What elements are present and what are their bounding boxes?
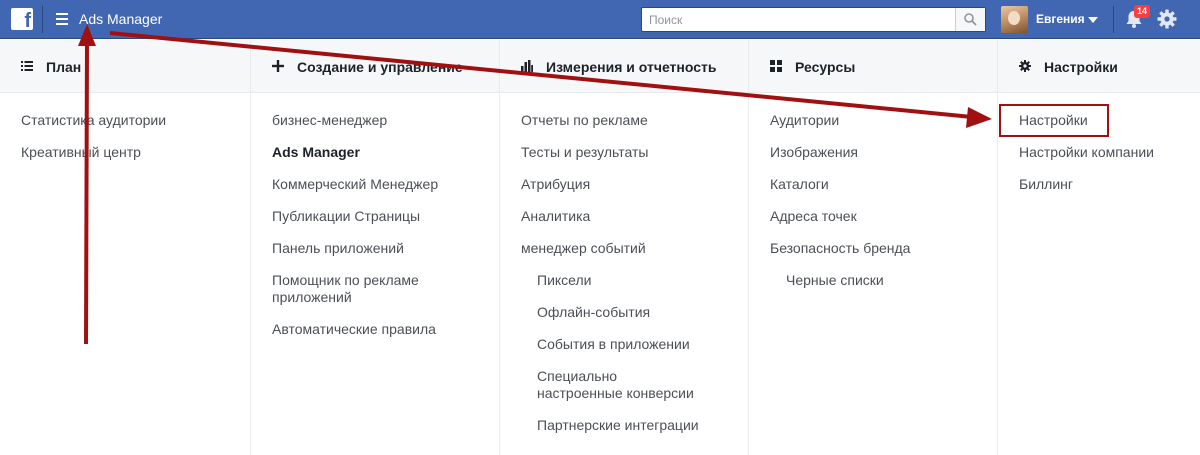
facebook-logo-icon[interactable]: f — [11, 8, 33, 32]
menu-item-business-settings[interactable]: Настройки компании — [998, 144, 1200, 161]
gear-icon — [1019, 60, 1031, 72]
user-name[interactable]: Евгения — [1036, 12, 1085, 26]
menu-item-catalogs[interactable]: Каталоги — [749, 176, 979, 193]
divider — [1113, 6, 1114, 33]
plus-icon — [272, 60, 284, 72]
menu-item-events-manager[interactable]: менеджер событий — [500, 240, 730, 257]
menu-item-commerce-manager[interactable]: Коммерческий Менеджер — [251, 176, 481, 193]
menu-item-automated-rules[interactable]: Автоматические правила — [251, 321, 481, 338]
menu-item-brand-safety[interactable]: Безопасность бренда — [749, 240, 979, 257]
menu-item-analytics[interactable]: Аналитика — [500, 208, 730, 225]
bar-chart-icon — [521, 60, 533, 72]
menu-item-business-manager[interactable]: бизнес-менеджер — [251, 112, 481, 129]
column-header: Создание и управление — [251, 40, 499, 93]
menu-item-offline-events[interactable]: Офлайн-события — [500, 304, 730, 321]
menu-column-plan: План Статистика аудитории Креативный цен… — [0, 40, 251, 455]
menu-item-app-events[interactable]: События в приложении — [500, 336, 730, 353]
menu-item-billing[interactable]: Биллинг — [998, 176, 1200, 193]
menu-item-store-locations[interactable]: Адреса точек — [749, 208, 979, 225]
chevron-down-icon[interactable] — [1088, 17, 1098, 23]
column-title: Измерения и отчетность — [546, 59, 717, 75]
menu-item-page-posts[interactable]: Публикации Страницы — [251, 208, 481, 225]
menu-item-custom-conversions[interactable]: Специально настроенные конверсии — [500, 368, 705, 402]
menu-item-partner-integrations[interactable]: Партнерские интеграции — [500, 417, 730, 434]
column-header: Измерения и отчетность — [500, 40, 748, 93]
menu-column-measure-report: Измерения и отчетность Отчеты по рекламе… — [500, 40, 749, 455]
menu-item-creative-hub[interactable]: Креативный центр — [0, 144, 230, 161]
app-title[interactable]: Ads Manager — [79, 11, 162, 27]
menu-item-ads-manager[interactable]: Ads Manager — [251, 144, 481, 161]
column-title: Ресурсы — [795, 59, 856, 75]
column-header: План — [0, 40, 250, 93]
column-title: Настройки — [1044, 59, 1118, 75]
search-button[interactable] — [955, 8, 985, 31]
search-input[interactable] — [642, 8, 955, 31]
search-box — [641, 7, 986, 32]
menu-column-create-manage: Создание и управление бизнес-менеджер Ad… — [251, 40, 500, 455]
menu-item-app-ads-helper[interactable]: Помощник по рекламе приложений — [251, 272, 451, 306]
menu-item-ads-reporting[interactable]: Отчеты по рекламе — [500, 112, 730, 129]
hamburger-menu-icon[interactable] — [56, 13, 68, 25]
menu-item-images[interactable]: Изображения — [749, 144, 979, 161]
menu-item-attribution[interactable]: Атрибуция — [500, 176, 730, 193]
top-navigation-bar: f Ads Manager Евгения 14 — [0, 0, 1200, 39]
menu-item-app-dashboard[interactable]: Панель приложений — [251, 240, 481, 257]
menu-column-settings: Настройки Настройки Настройки компании Б… — [998, 40, 1200, 455]
column-title: Создание и управление — [297, 59, 463, 75]
menu-column-assets: Ресурсы Аудитории Изображения Каталоги А… — [749, 40, 998, 455]
grid-icon — [770, 60, 782, 72]
avatar[interactable] — [1001, 6, 1028, 33]
list-icon — [21, 61, 33, 71]
column-header: Настройки — [998, 40, 1200, 93]
settings-gear-icon[interactable] — [1157, 9, 1177, 29]
menu-item-test-and-learn[interactable]: Тесты и результаты — [500, 144, 730, 161]
menu-item-audience-insights[interactable]: Статистика аудитории — [0, 112, 230, 129]
divider — [42, 6, 43, 33]
search-icon — [964, 13, 977, 26]
menu-item-settings[interactable]: Настройки — [998, 112, 1200, 129]
column-title: План — [46, 59, 82, 75]
notification-badge[interactable]: 14 — [1134, 5, 1151, 18]
column-header: Ресурсы — [749, 40, 997, 93]
menu-item-pixels[interactable]: Пиксели — [500, 272, 730, 289]
menu-item-block-lists[interactable]: Черные списки — [749, 272, 979, 289]
menu-item-audiences[interactable]: Аудитории — [749, 112, 979, 129]
